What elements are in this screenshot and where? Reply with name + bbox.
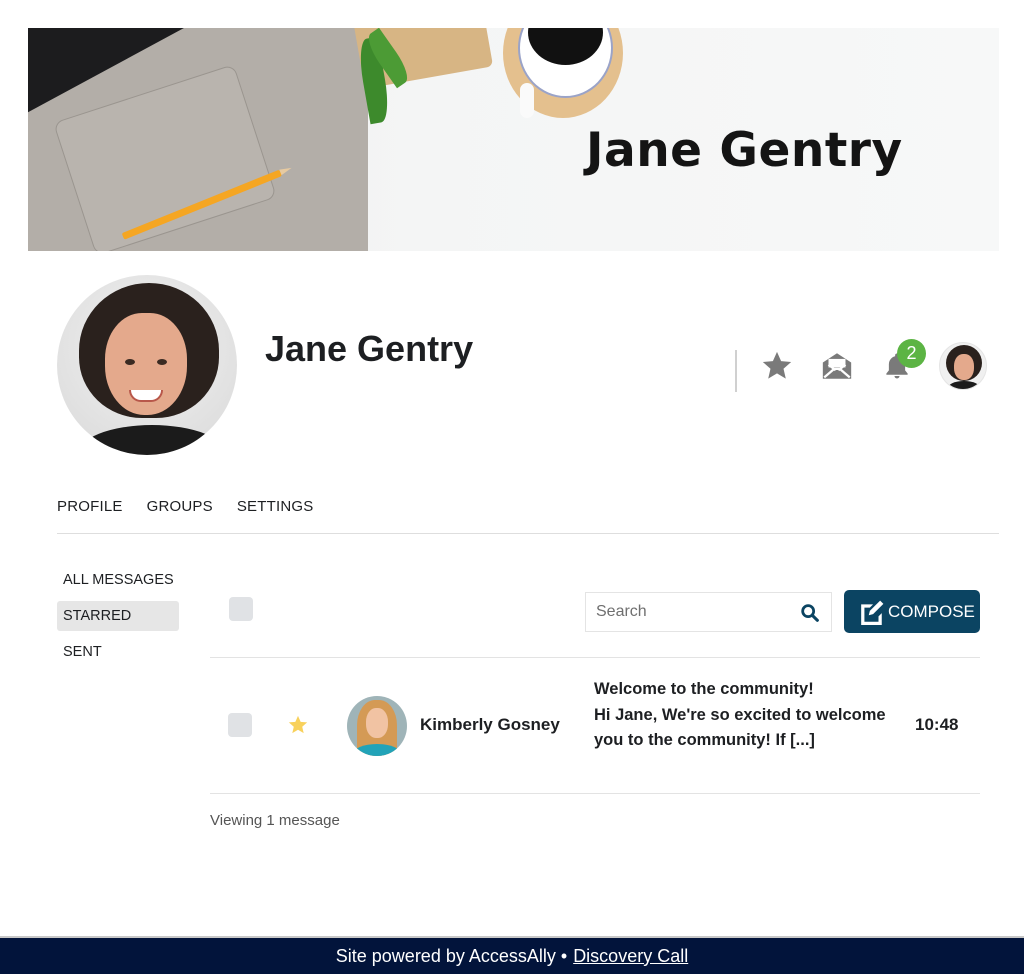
message-time: 10:48 bbox=[915, 715, 959, 734]
list-top-divider bbox=[210, 657, 980, 658]
message-subject: Welcome to the community! bbox=[594, 680, 814, 698]
profile-name: Jane Gentry bbox=[265, 328, 474, 369]
compose-icon bbox=[861, 600, 884, 625]
cover-title: Jane Gentry bbox=[586, 123, 903, 178]
sender-avatar bbox=[347, 696, 407, 756]
search-input[interactable] bbox=[586, 593, 786, 631]
header-divider bbox=[735, 350, 737, 392]
footer-text: Site powered by AccessAlly • bbox=[335, 945, 568, 966]
star-icon bbox=[762, 351, 792, 379]
star-icon[interactable] bbox=[287, 714, 309, 736]
compose-button[interactable]: COMPOSE bbox=[844, 590, 980, 633]
site-footer: Site powered by AccessAlly • Discovery C… bbox=[0, 936, 1024, 974]
message-count-status: Viewing 1 message bbox=[210, 812, 340, 829]
sender-name[interactable]: Kimberly Gosney bbox=[420, 715, 560, 735]
messages-button[interactable] bbox=[819, 348, 855, 384]
notification-count-badge: 2 bbox=[897, 339, 926, 368]
tab-profile[interactable]: PROFILE bbox=[57, 498, 123, 515]
laptop-illustration bbox=[28, 28, 368, 251]
message-excerpt: Hi Jane, We're so excited to welcome you… bbox=[594, 705, 886, 750]
cup-handle-illustration bbox=[520, 83, 534, 118]
list-bottom-divider bbox=[210, 793, 980, 794]
tab-settings[interactable]: SETTINGS bbox=[237, 498, 314, 515]
message-preview[interactable]: Welcome to the community! Hi Jane, We're… bbox=[594, 677, 894, 754]
compose-label: COMPOSE bbox=[888, 601, 975, 621]
select-all-checkbox[interactable] bbox=[229, 597, 253, 621]
search-icon[interactable] bbox=[799, 602, 821, 624]
user-menu-avatar[interactable] bbox=[939, 342, 987, 390]
search-field bbox=[585, 592, 832, 632]
starred-messages-button[interactable] bbox=[759, 348, 795, 384]
sidebar-item-starred[interactable]: STARRED bbox=[57, 601, 179, 631]
cover-banner: Jane Gentry bbox=[28, 28, 999, 251]
discovery-call-link[interactable]: Discovery Call bbox=[573, 946, 688, 967]
message-checkbox[interactable] bbox=[228, 713, 252, 737]
tabs-divider bbox=[57, 533, 999, 534]
envelope-open-icon bbox=[822, 353, 852, 379]
sidebar-item-sent[interactable]: SENT bbox=[57, 637, 179, 667]
profile-tabs: PROFILE GROUPS SETTINGS bbox=[57, 498, 313, 515]
profile-avatar bbox=[57, 275, 237, 455]
tab-groups[interactable]: GROUPS bbox=[147, 498, 213, 515]
sidebar-item-all-messages[interactable]: ALL MESSAGES bbox=[57, 565, 179, 595]
